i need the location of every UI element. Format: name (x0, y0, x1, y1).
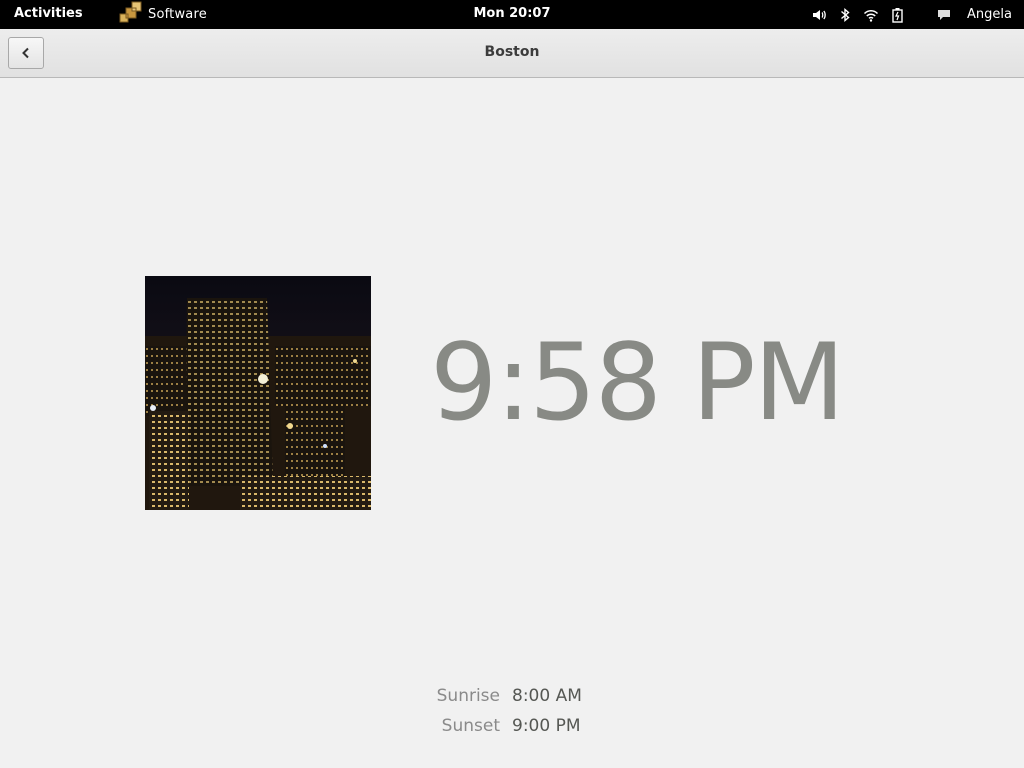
volume-icon[interactable] (811, 7, 827, 23)
city-image (145, 276, 371, 510)
sunset-row: Sunset 9:00 PM (400, 716, 640, 746)
header-bar: Boston (0, 29, 1024, 78)
app-name: Software (148, 7, 207, 22)
sunset-label: Sunset (441, 716, 500, 736)
software-app-icon (118, 0, 144, 30)
sunrise-row: Sunrise 8:00 AM (400, 686, 640, 716)
sun-times: Sunrise 8:00 AM Sunset 9:00 PM (400, 686, 640, 746)
status-area[interactable]: Angela (806, 0, 1024, 29)
sunset-value: 9:00 PM (512, 716, 581, 736)
wifi-icon[interactable] (863, 7, 879, 23)
chat-icon[interactable] (936, 7, 952, 23)
top-bar: Activities Software Mon 20:07 Angela (0, 0, 1024, 29)
battery-icon[interactable] (889, 7, 905, 23)
current-time: 9:58 PM (430, 321, 845, 444)
clock[interactable]: Mon 20:07 (473, 6, 550, 21)
sunrise-value: 8:00 AM (512, 686, 582, 706)
page-title: Boston (484, 44, 540, 60)
sunrise-label: Sunrise (436, 686, 500, 706)
bluetooth-icon[interactable] (837, 7, 853, 23)
user-menu[interactable]: Angela (967, 7, 1012, 22)
app-menu[interactable]: Software (118, 0, 207, 29)
activities-button[interactable]: Activities (14, 6, 83, 21)
